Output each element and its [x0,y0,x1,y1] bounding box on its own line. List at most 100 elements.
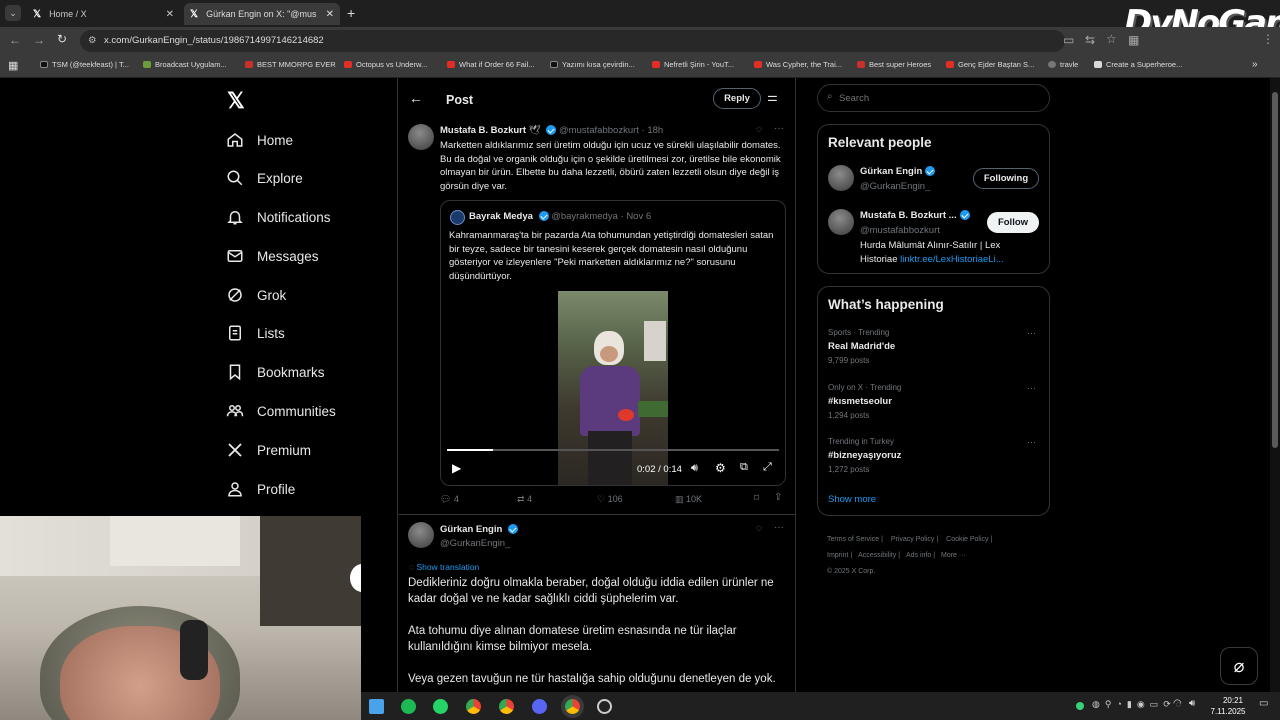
more-options-icon[interactable]: ··· [774,522,784,533]
footer-link[interactable]: Cookie Policy [946,536,988,543]
post-time[interactable]: 18h [647,125,663,136]
fullscreen-icon[interactable]: ⤢ [763,461,772,474]
bookmark-item[interactable]: TSM (@teekfeast) | T... [40,60,129,69]
following-button[interactable]: Following [973,168,1039,189]
sidebar-item-explore[interactable]: Explore [226,163,303,193]
grok-float-button[interactable]: ⌀ [1220,647,1258,685]
footer-link[interactable]: Ads info [906,552,931,559]
reply-button[interactable]: Reply [713,88,761,109]
settings-icon[interactable]: ⚙ [715,461,726,475]
scrollbar[interactable] [1270,78,1280,692]
show-more-link[interactable]: Show more [828,494,876,505]
sidebar-item-messages[interactable]: Messages [226,241,319,271]
more-options-icon[interactable]: ··· [1027,437,1036,447]
avatar[interactable] [828,165,854,191]
avatar[interactable] [408,522,434,548]
close-tab-icon[interactable]: ✕ [326,9,334,20]
new-tab-button[interactable]: + [347,5,355,21]
volume-icon[interactable]: 🔊︎ [691,462,698,475]
scrollbar-thumb[interactable] [1272,92,1278,448]
clock-date[interactable]: 7.11.2025 [1203,707,1253,716]
quoted-post[interactable]: Bayrak Medya @bayrakmedya · Nov 6 Kahram… [440,200,786,486]
address-bar[interactable]: ⚙ x.com/GurkanEngin_/status/198671499714… [80,30,1065,52]
sliders-icon[interactable]: ⚌ [767,90,778,104]
bookmark-action-icon[interactable]: ⌑ [754,493,759,504]
search-box[interactable]: ⌕ [817,84,1050,112]
bookmark-item[interactable]: Genç Ejder Baştan S... [946,60,1034,69]
play-icon[interactable]: ▶ [452,461,461,475]
pip-icon[interactable]: ⧉ [740,461,748,474]
reply-author-name[interactable]: Gürkan Engin [440,524,502,535]
back-icon[interactable]: ← [9,33,21,47]
x-logo-icon[interactable]: 𝕏 [227,88,245,114]
reload-icon[interactable]: ↻ [57,32,67,46]
more-options-icon[interactable]: ··· [774,123,784,134]
person-name[interactable]: Mustafa B. Bozkurt ... [860,210,970,221]
sidebar-item-lists[interactable]: Lists [226,318,285,348]
translate-icon[interactable]: ⇆ [1085,33,1095,47]
tray-icons[interactable]: ◍⚲◔▮◉▭⟳◌ [1092,699,1186,710]
search-input[interactable] [839,90,1039,106]
footer-link[interactable]: Imprint [827,552,848,559]
video-progress-track[interactable] [447,449,779,451]
site-info-icon[interactable]: ⚙ [88,30,97,52]
more-options-icon[interactable]: ··· [1027,383,1036,393]
sidebar-item-profile[interactable]: Profile [226,474,295,504]
show-translation-link[interactable]: ◌ Show translation [409,562,479,572]
tab-home[interactable]: 𝕏 Home / X ✕ [27,3,180,25]
tab-post[interactable]: 𝕏 Gürkan Engin on X: "@mustafal ✕ [184,3,340,25]
bio-link[interactable]: linktr.ee/LexHistoriaeLi... [900,254,1004,265]
footer-link[interactable]: More ··· [941,552,966,559]
clock-time[interactable]: 20:21 [1213,696,1253,705]
sidebar-item-bookmarks[interactable]: Bookmarks [226,357,325,387]
author-handle[interactable]: @mustafabbozkurt [559,125,639,136]
menu-icon[interactable]: ⋮ [1262,32,1274,46]
views-action[interactable]: ▥ 10K [675,494,702,505]
share-icon[interactable]: ⇪ [774,492,782,503]
reply-author-handle[interactable]: @GurkanEngin_ [440,538,510,549]
footer-link[interactable]: Terms of Service [827,536,879,543]
tab-list-button[interactable]: ⌄ [5,5,21,21]
bookmark-item[interactable]: Broadcast Uygulam... [143,60,227,69]
tray-status-icon[interactable] [1076,702,1084,710]
bookmark-item[interactable]: Create a Superheroe... [1094,60,1182,69]
extensions-icon[interactable]: ▦ [1128,33,1139,47]
notifications-icon[interactable]: ▭ [1259,698,1268,709]
bookmark-item[interactable]: BEST MMORPG EVER [245,60,336,69]
bookmark-item[interactable]: Nefretli Şirin - YouT... [652,60,734,69]
bookmark-item[interactable]: What if Order 66 Fail... [447,60,534,69]
more-bookmarks-icon[interactable]: » [1252,59,1258,70]
spotify-icon[interactable] [401,699,416,714]
obs-icon[interactable] [597,699,612,714]
chrome-icon[interactable] [466,699,481,714]
sidebar-item-notifications[interactable]: Notifications [226,202,331,232]
bookmark-item[interactable]: Was Cypher, the Trai... [754,60,842,69]
more-options-icon[interactable]: ··· [1027,328,1036,338]
author-name[interactable]: Mustafa B. Bozkurt [440,125,526,136]
apps-grid-icon[interactable]: ▦ [8,59,18,72]
sidebar-item-communities[interactable]: Communities [226,396,336,426]
bookmark-item[interactable]: Octopus vs Underw... [344,60,427,69]
chrome-active-icon[interactable] [565,699,580,714]
wifi-icon[interactable]: ◠ [1173,698,1182,709]
star-icon[interactable]: ☆ [1106,32,1117,46]
follow-button[interactable]: Follow [987,212,1039,233]
volume-icon[interactable]: 🔊︎ [1189,698,1195,709]
sidebar-item-premium[interactable]: Premium [226,435,311,465]
person-handle[interactable]: @GurkanEngin_ [860,181,930,192]
bookmark-item[interactable]: travle [1048,60,1078,69]
forward-icon[interactable]: → [33,33,45,47]
file-explorer-icon[interactable] [369,699,384,714]
repost-action[interactable]: ⇄ 4 [517,494,532,505]
person-name[interactable]: Gürkan Engin [860,166,936,177]
sidebar-item-home[interactable]: Home [226,125,293,155]
footer-link[interactable]: Accessibility [858,552,896,559]
cast-icon[interactable]: ▭ [1063,33,1074,47]
bookmark-item[interactable]: Best super Heroes [857,60,931,69]
back-arrow-icon[interactable]: ← [409,90,423,106]
close-tab-icon[interactable]: ✕ [166,9,174,20]
reply-action[interactable]: 💬︎ 4 [440,494,459,505]
whatsapp-icon[interactable] [433,699,448,714]
sidebar-item-grok[interactable]: Grok [226,280,286,310]
video-player[interactable]: ▶ 0:02 / 0:14 🔊︎ ⚙ ⧉ ⤢ [441,291,785,485]
